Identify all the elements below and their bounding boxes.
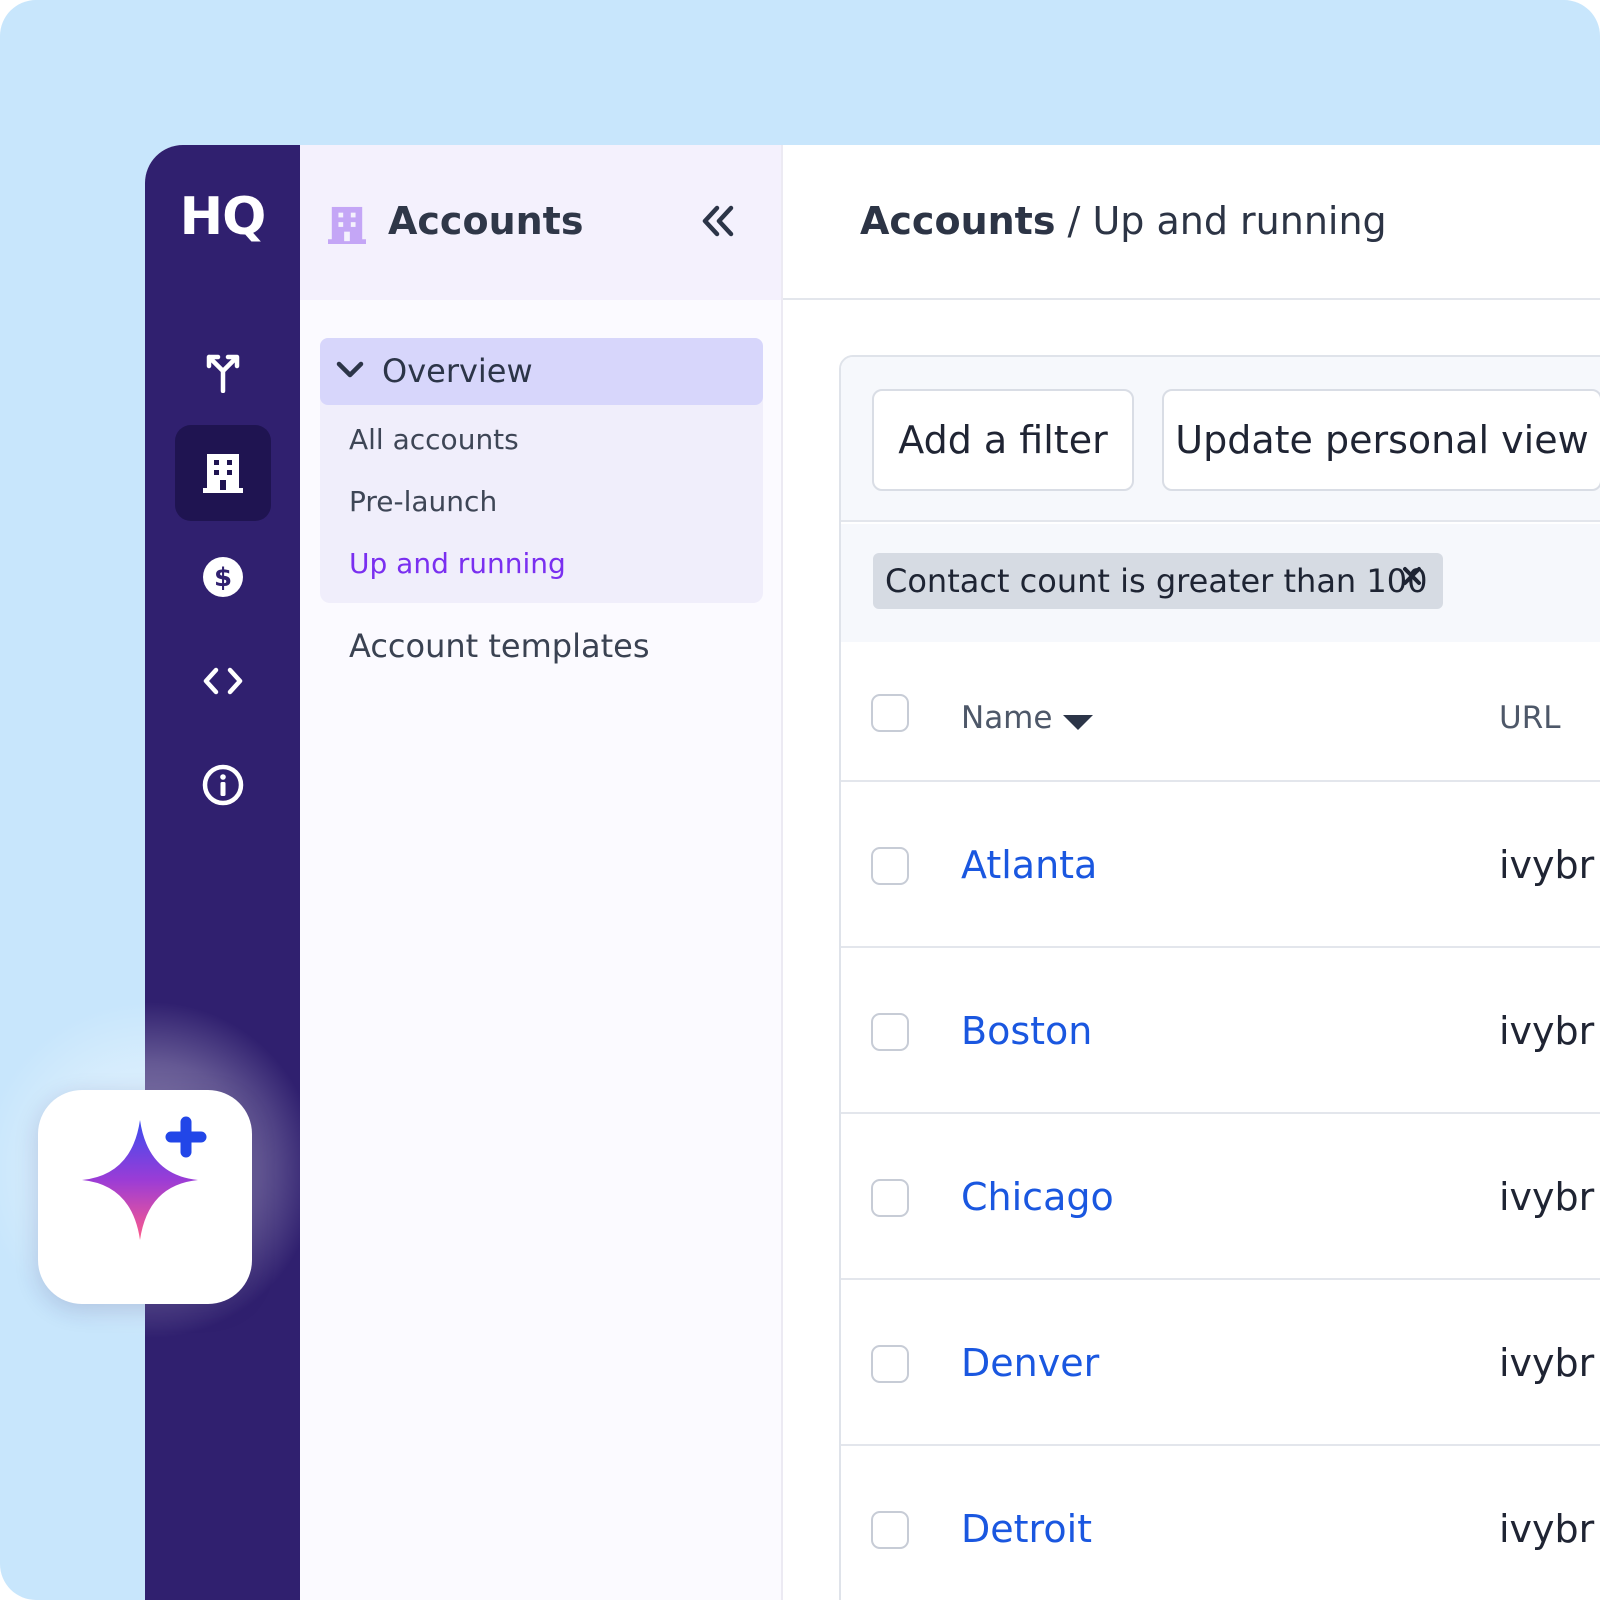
account-name-link[interactable]: Chicago bbox=[961, 1175, 1114, 1219]
left-rail: HQ $ bbox=[145, 145, 300, 1600]
code-icon bbox=[203, 667, 243, 695]
info-icon bbox=[202, 764, 244, 806]
svg-text:$: $ bbox=[214, 563, 232, 593]
nav-item-account-templates[interactable]: Account templates bbox=[349, 627, 650, 665]
table-row[interactable]: Denver ivybr bbox=[841, 1282, 1600, 1446]
sort-descending-icon[interactable] bbox=[1061, 713, 1095, 731]
nav-item-up-and-running[interactable]: Up and running bbox=[349, 547, 566, 580]
ai-assistant-button[interactable] bbox=[38, 1090, 252, 1304]
row-checkbox[interactable] bbox=[871, 847, 909, 885]
row-checkbox[interactable] bbox=[871, 1179, 909, 1217]
table-row[interactable]: Detroit ivybr bbox=[841, 1448, 1600, 1600]
chevron-down-icon bbox=[336, 361, 364, 378]
account-name-link[interactable]: Detroit bbox=[961, 1507, 1092, 1551]
nav-group-overview: Overview All accounts Pre-launch Up and … bbox=[320, 338, 763, 603]
breadcrumb: Accounts / Up and running bbox=[783, 145, 1600, 300]
table-row[interactable]: Boston ivybr bbox=[841, 950, 1600, 1114]
app-logo[interactable]: HQ bbox=[145, 187, 300, 247]
account-name-link[interactable]: Boston bbox=[961, 1009, 1092, 1053]
accounts-nav: Accounts Overview All accounts Pre-launc… bbox=[300, 145, 783, 1600]
account-url: ivybr bbox=[1499, 1341, 1595, 1385]
branch-icon bbox=[206, 354, 240, 393]
app-window: HQ $ Accounts Overview All accounts Pre-… bbox=[145, 145, 1600, 1600]
nav-group-toggle[interactable]: Overview bbox=[320, 338, 763, 405]
table-row[interactable]: Chicago ivybr bbox=[841, 1116, 1600, 1280]
nav-header: Accounts bbox=[300, 145, 781, 300]
breadcrumb-separator: / bbox=[1055, 199, 1093, 243]
select-all-checkbox[interactable] bbox=[871, 694, 909, 732]
table-header: Name URL bbox=[841, 644, 1600, 782]
rail-item-info[interactable] bbox=[175, 737, 271, 833]
nav-item-pre-launch[interactable]: Pre-launch bbox=[349, 485, 497, 518]
filter-chip: Contact count is greater than 100 bbox=[873, 553, 1443, 609]
column-header-name[interactable]: Name bbox=[961, 700, 1052, 736]
row-checkbox[interactable] bbox=[871, 1345, 909, 1383]
row-checkbox[interactable] bbox=[871, 1511, 909, 1549]
filter-chip-label: Contact count is greater than 100 bbox=[885, 562, 1428, 600]
collapse-sidebar-icon[interactable] bbox=[700, 205, 736, 237]
account-url: ivybr bbox=[1499, 1009, 1595, 1053]
account-name-link[interactable]: Denver bbox=[961, 1341, 1099, 1385]
column-header-url[interactable]: URL bbox=[1499, 700, 1561, 736]
rail-item-accounts[interactable] bbox=[175, 425, 271, 521]
rail-item-workflows[interactable] bbox=[175, 323, 271, 419]
breadcrumb-current: Up and running bbox=[1092, 199, 1387, 243]
update-personal-view-button[interactable]: Update personal view bbox=[1162, 389, 1600, 491]
nav-item-all-accounts[interactable]: All accounts bbox=[349, 423, 519, 456]
account-url: ivybr bbox=[1499, 1507, 1595, 1551]
account-name-link[interactable]: Atlanta bbox=[961, 843, 1097, 887]
filter-bar: Contact count is greater than 100 bbox=[841, 524, 1600, 642]
building-icon bbox=[203, 454, 243, 493]
table-toolbar: Add a filter Update personal view bbox=[841, 357, 1600, 522]
main-content: Accounts / Up and running Add a filter U… bbox=[783, 145, 1600, 1600]
breadcrumb-root[interactable]: Accounts bbox=[860, 199, 1055, 243]
account-url: ivybr bbox=[1499, 1175, 1595, 1219]
dollar-icon: $ bbox=[203, 557, 243, 597]
account-url: ivybr bbox=[1499, 843, 1595, 887]
nav-group-label: Overview bbox=[382, 352, 533, 390]
building-icon bbox=[328, 206, 366, 244]
rail-item-billing[interactable]: $ bbox=[175, 529, 271, 625]
row-checkbox[interactable] bbox=[871, 1013, 909, 1051]
rail-item-developer[interactable] bbox=[175, 633, 271, 729]
add-filter-button[interactable]: Add a filter bbox=[872, 389, 1134, 491]
close-icon[interactable] bbox=[1401, 565, 1423, 587]
nav-title: Accounts bbox=[388, 199, 584, 243]
accounts-table-card: Add a filter Update personal view Contac… bbox=[839, 355, 1600, 1600]
sparkle-icon bbox=[82, 1116, 207, 1240]
table-row[interactable]: Atlanta ivybr bbox=[841, 784, 1600, 948]
page-background: HQ $ Accounts Overview All accounts Pre-… bbox=[0, 0, 1600, 1600]
